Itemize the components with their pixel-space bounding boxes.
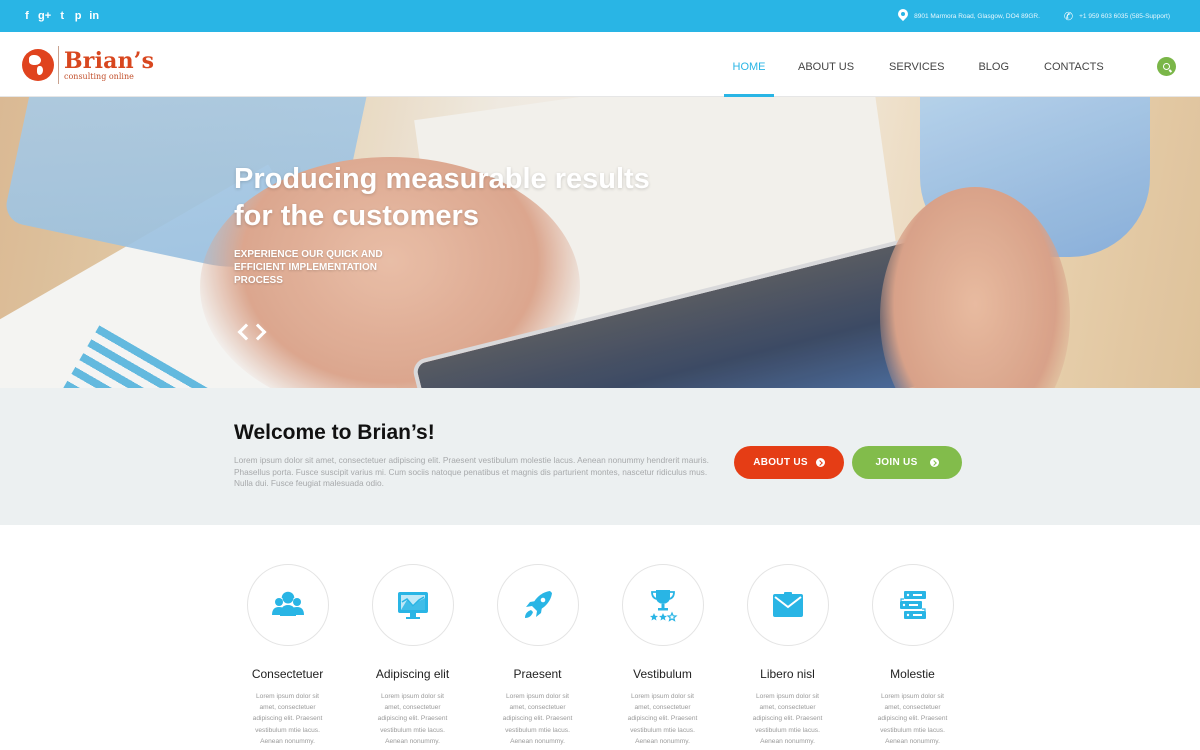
feature-item: Vestibulum Lorem ipsum dolor sit amet, c… bbox=[600, 564, 725, 747]
linkedin-icon[interactable]: in bbox=[89, 9, 99, 23]
feature-icon-circle[interactable] bbox=[871, 564, 954, 646]
welcome-title: Welcome to Brian’s! bbox=[234, 421, 435, 444]
site-header: Brian’s consulting online Home About us … bbox=[0, 32, 1200, 97]
join-us-button[interactable]: Join us bbox=[852, 446, 962, 479]
about-us-label: About us bbox=[753, 457, 808, 468]
feature-title: Praesent bbox=[513, 667, 562, 681]
feature-item: Libero nisl Lorem ipsum dolor sit amet, … bbox=[725, 564, 850, 747]
contact-info: 8901 Marmora Road, Glasgow, DO4 89GR. ✆ … bbox=[898, 0, 1170, 32]
server-icon bbox=[899, 591, 926, 619]
feature-title: Adipiscing elit bbox=[375, 667, 450, 681]
globe-icon bbox=[22, 49, 54, 81]
hero-slider: Producing measurable results for the cus… bbox=[0, 97, 1200, 388]
search-icon bbox=[1162, 62, 1170, 70]
search-button[interactable] bbox=[1157, 57, 1176, 76]
hero-subtitle: Experience our quick and efficient imple… bbox=[234, 249, 383, 286]
feature-text: Lorem ipsum dolor sit amet, consectetuer… bbox=[377, 693, 448, 745]
mail-icon bbox=[772, 592, 803, 617]
feature-text: Lorem ipsum dolor sit amet, consectetuer… bbox=[252, 693, 323, 745]
logo-divider bbox=[58, 46, 59, 84]
facebook-icon[interactable]: f bbox=[22, 9, 32, 23]
welcome-section: Welcome to Brian’s! Lorem ipsum dolor si… bbox=[0, 388, 1200, 525]
feature-icon-circle[interactable] bbox=[246, 564, 329, 646]
feature-item: Consectetuer Lorem ipsum dolor sit amet,… bbox=[225, 564, 350, 747]
arrow-right-icon bbox=[815, 458, 825, 467]
welcome-text: Lorem ipsum dolor sit amet, consectetuer… bbox=[234, 455, 709, 488]
nav-services[interactable]: Services bbox=[889, 32, 944, 97]
feature-item: Praesent Lorem ipsum dolor sit amet, con… bbox=[475, 564, 600, 747]
about-us-button[interactable]: About us bbox=[734, 446, 844, 479]
trophy-icon bbox=[649, 590, 678, 622]
features-section: Consectetuer Lorem ipsum dolor sit amet,… bbox=[0, 525, 1200, 750]
nav-about-us[interactable]: About us bbox=[798, 32, 854, 97]
pinterest-icon[interactable]: p bbox=[73, 9, 83, 23]
phone-text[interactable]: +1 959 603 6035 (585-Support) bbox=[1079, 13, 1170, 20]
phone-item: ✆ +1 959 603 6035 (585-Support) bbox=[1064, 10, 1170, 23]
map-pin-icon bbox=[898, 9, 908, 23]
hero-overlay bbox=[0, 97, 1200, 388]
address-text: 8901 Marmora Road, Glasgow, DO4 89GR. bbox=[914, 12, 1040, 20]
hero-title: Producing measurable results for the cus… bbox=[234, 163, 650, 232]
feature-item: Adipiscing elit Lorem ipsum dolor sit am… bbox=[350, 564, 475, 747]
arrow-right-icon bbox=[929, 458, 939, 467]
feature-icon-circle[interactable] bbox=[746, 564, 829, 646]
phone-icon: ✆ bbox=[1063, 10, 1074, 23]
top-bar: f g+ t p in 8901 Marmora Road, Glasgow, … bbox=[0, 0, 1200, 32]
feature-item: Molestie Lorem ipsum dolor sit amet, con… bbox=[850, 564, 975, 747]
twitter-icon[interactable]: t bbox=[57, 9, 67, 23]
nav-blog[interactable]: Blog bbox=[978, 32, 1009, 97]
support-team-icon bbox=[271, 591, 304, 616]
feature-title: Consectetuer bbox=[251, 667, 324, 681]
feature-text: Lorem ipsum dolor sit amet, consectetuer… bbox=[752, 693, 823, 745]
logo-tagline: consulting online bbox=[64, 71, 134, 81]
logo[interactable]: Brian’s consulting online bbox=[22, 46, 154, 84]
feature-title: Molestie bbox=[890, 667, 935, 681]
feature-icon-circle[interactable] bbox=[371, 564, 454, 646]
chevron-right-icon[interactable] bbox=[249, 323, 267, 341]
feature-text: Lorem ipsum dolor sit amet, consectetuer… bbox=[502, 693, 573, 745]
nav-home[interactable]: Home bbox=[724, 32, 774, 97]
main-nav: Home About us Services Blog Contacts bbox=[724, 32, 1104, 97]
feature-icon-circle[interactable] bbox=[621, 564, 704, 646]
join-us-label: Join us bbox=[875, 457, 918, 468]
address-item: 8901 Marmora Road, Glasgow, DO4 89GR. bbox=[898, 9, 1040, 23]
monitor-chart-icon bbox=[397, 592, 428, 619]
social-links: f g+ t p in bbox=[22, 9, 99, 23]
rocket-icon bbox=[524, 591, 552, 618]
feature-title: Libero nisl bbox=[760, 667, 815, 681]
feature-text: Lorem ipsum dolor sit amet, consectetuer… bbox=[877, 693, 948, 745]
feature-icon-circle[interactable] bbox=[496, 564, 579, 646]
feature-title: Vestibulum bbox=[633, 667, 692, 681]
slider-nav bbox=[237, 323, 267, 341]
logo-name: Brian’s bbox=[64, 47, 155, 74]
feature-text: Lorem ipsum dolor sit amet, consectetuer… bbox=[627, 693, 698, 745]
google-plus-icon[interactable]: g+ bbox=[38, 9, 51, 23]
nav-contacts[interactable]: Contacts bbox=[1044, 32, 1104, 97]
